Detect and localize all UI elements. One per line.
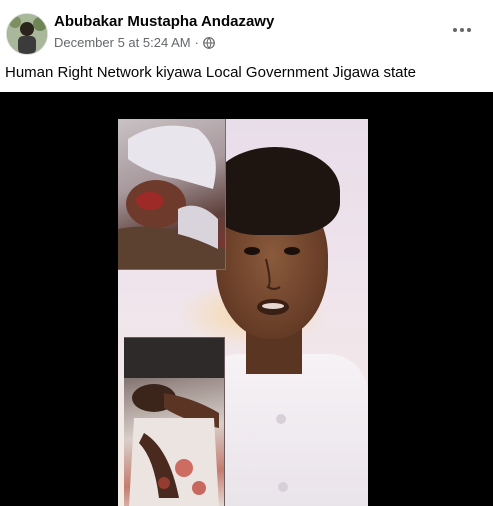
- person-hair: [210, 147, 340, 235]
- post-caption: Human Right Network kiyawa Local Governm…: [5, 64, 417, 81]
- post-timestamp[interactable]: December 5 at 5:24 AM: [54, 35, 191, 50]
- facebook-post: Abubakar Mustapha Andazawy December 5 at…: [0, 0, 493, 506]
- post-video[interactable]: [0, 92, 493, 506]
- meta-separator: ·: [194, 35, 199, 50]
- shirt-button: [276, 414, 286, 424]
- post-header: Abubakar Mustapha Andazawy December 5 at…: [0, 0, 493, 60]
- video-frame: [118, 119, 368, 506]
- more-options-icon[interactable]: [446, 18, 478, 42]
- avatar-image: [7, 14, 47, 54]
- author-name[interactable]: Abubakar Mustapha Andazawy: [54, 13, 274, 30]
- globe-icon[interactable]: [203, 36, 215, 49]
- author-avatar[interactable]: [6, 13, 48, 55]
- post-meta: December 5 at 5:24 AM ·: [54, 35, 215, 50]
- inset-photo-bottom: [124, 337, 225, 506]
- shirt-button: [278, 482, 288, 492]
- inset-photo-top: [118, 119, 226, 270]
